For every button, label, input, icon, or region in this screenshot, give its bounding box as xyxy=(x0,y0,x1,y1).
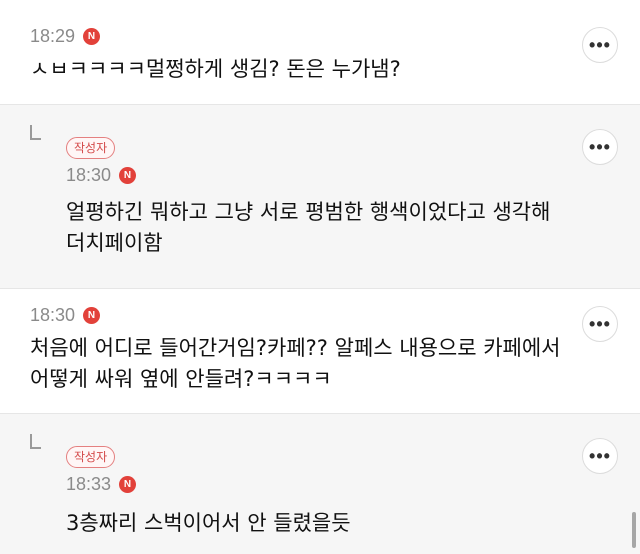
more-options-button[interactable]: ••• xyxy=(582,129,618,165)
comment-meta: 18:33 N xyxy=(66,474,137,495)
comment-text: ㅅㅂㅋㅋㅋㅋ멀쩡하게 생김? 돈은 누가냄? xyxy=(30,57,401,81)
comment-time: 18:30 xyxy=(30,305,76,325)
comment-text: 3층짜리 스벅이어서 안 들렸을듯 xyxy=(66,511,351,535)
comment-item: 18:29 N ㅅㅂㅋㅋㅋㅋ멀쩡하게 생김? 돈은 누가냄? ••• xyxy=(0,0,640,104)
comment-item: 18:30 N 처음에 어디로 들어간거임?카페?? 알페스 내용으로 카페에서… xyxy=(0,289,640,413)
comment-time: 18:33 xyxy=(66,474,112,494)
scrollbar[interactable] xyxy=(632,512,636,548)
new-badge: N xyxy=(83,28,101,45)
comment-time: 18:30 xyxy=(66,165,112,185)
more-options-button[interactable]: ••• xyxy=(582,27,618,63)
reply-item: 작성자 18:33 N 3층짜리 스벅이어서 안 들렸을듯 ••• xyxy=(0,414,640,554)
comment-meta: 18:29 N xyxy=(30,26,101,47)
author-badge: 작성자 xyxy=(66,137,116,159)
comment-meta: 18:30 N xyxy=(30,305,101,326)
new-badge: N xyxy=(119,476,137,493)
more-options-button[interactable]: ••• xyxy=(582,306,618,342)
reply-arrow-icon xyxy=(30,125,41,140)
new-badge: N xyxy=(119,167,137,184)
comment-text: 처음에 어디로 들어간거임?카페?? 알페스 내용으로 카페에서 어떻게 싸워 … xyxy=(30,336,561,391)
author-badge: 작성자 xyxy=(66,446,116,468)
more-options-button[interactable]: ••• xyxy=(582,438,618,474)
new-badge: N xyxy=(83,307,101,324)
reply-item: 작성자 18:30 N 얼평하긴 뭐하고 그냥 서로 평범한 행색이었다고 생각… xyxy=(0,105,640,288)
comment-time: 18:29 xyxy=(30,26,76,46)
comment-text: 얼평하긴 뭐하고 그냥 서로 평범한 행색이었다고 생각해 더치페이함 xyxy=(66,200,551,255)
comment-meta: 18:30 N xyxy=(66,165,137,186)
reply-arrow-icon xyxy=(30,434,41,449)
